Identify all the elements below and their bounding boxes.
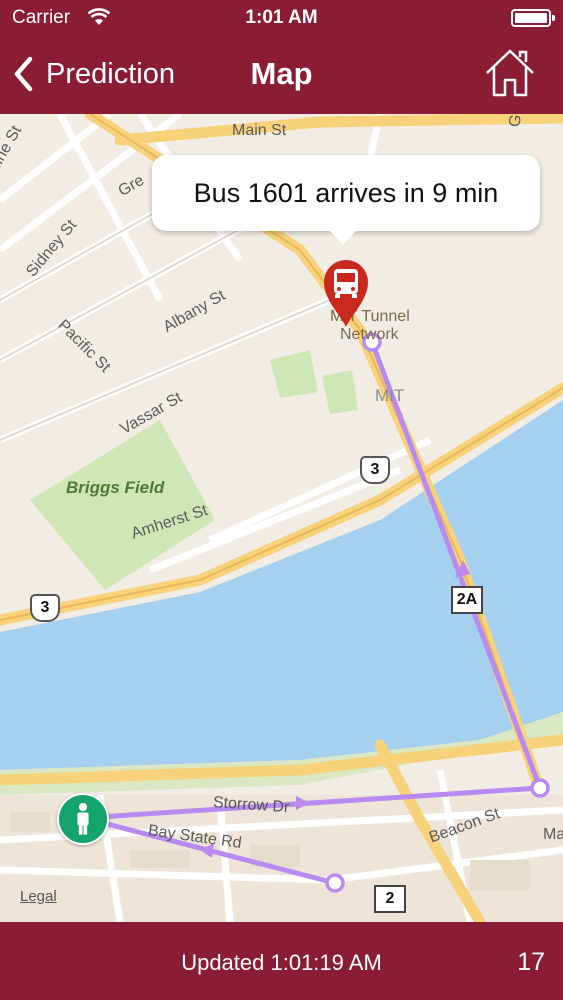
current-location-marker[interactable] bbox=[57, 793, 109, 845]
street-label-ma: Ma bbox=[543, 826, 563, 843]
poi-label-network: Network bbox=[340, 326, 399, 343]
route-shield-3: 3 bbox=[360, 456, 390, 484]
street-label-main-st: Main St bbox=[232, 122, 287, 139]
park-label-briggs-field: Briggs Field bbox=[66, 478, 165, 497]
back-button-label: Prediction bbox=[46, 57, 175, 90]
home-icon[interactable] bbox=[483, 48, 537, 98]
battery-icon bbox=[511, 9, 555, 27]
bus-arrival-callout[interactable]: Bus 1601 arrives in 9 min bbox=[152, 155, 540, 245]
route-stop-marker bbox=[325, 873, 345, 893]
route-shield-3: 3 bbox=[30, 594, 60, 622]
back-button[interactable]: Prediction bbox=[12, 54, 175, 94]
bus-pin-icon[interactable] bbox=[320, 256, 372, 328]
route-stop-marker bbox=[530, 778, 550, 798]
nav-bar: Prediction Map bbox=[0, 36, 563, 114]
bottom-toolbar: Updated 1:01:19 AM 17 bbox=[0, 922, 563, 1000]
refresh-countdown[interactable]: 17 bbox=[517, 948, 545, 977]
status-time: 1:01 AM bbox=[245, 7, 318, 28]
route-shield-2a: 2A bbox=[451, 586, 483, 614]
person-icon bbox=[77, 802, 89, 835]
area-label-mit: MIT bbox=[375, 386, 405, 405]
updated-timestamp: Updated 1:01:19 AM bbox=[181, 950, 382, 975]
legal-link[interactable]: Legal bbox=[20, 888, 57, 905]
route-shield-2: 2 bbox=[374, 885, 406, 913]
chevron-left-icon bbox=[14, 56, 33, 92]
status-bar: Carrier 1:01 AM bbox=[0, 0, 563, 36]
